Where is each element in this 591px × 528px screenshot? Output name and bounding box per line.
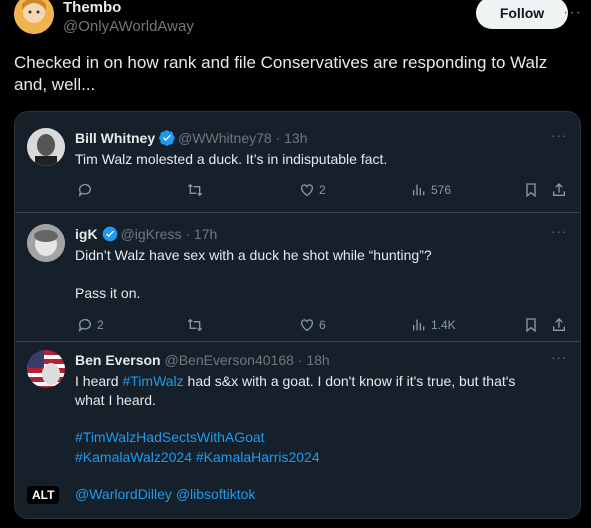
verified-badge-icon bbox=[102, 226, 117, 242]
post-text: Checked in on how rank and file Conserva… bbox=[14, 52, 579, 96]
like-icon[interactable] bbox=[299, 317, 315, 333]
verified-badge-icon bbox=[159, 130, 175, 146]
reply-2-actions: 2 6 1.4K bbox=[15, 315, 580, 337]
reply-2-time[interactable]: · 17h bbox=[185, 226, 217, 242]
reply-1-name[interactable]: Bill Whitney bbox=[75, 130, 155, 146]
reply-1-view-count: 576 bbox=[431, 183, 452, 197]
reply-2-handle[interactable]: @igKress bbox=[121, 226, 182, 242]
author-avatar[interactable] bbox=[14, 0, 54, 34]
bookmark-icon[interactable] bbox=[523, 182, 539, 198]
reply-3-text-line-1: I heard #TimWalz had s&x with a goat. I … bbox=[75, 372, 515, 391]
reply-icon[interactable] bbox=[77, 317, 93, 333]
reply-2-reply-count: 2 bbox=[97, 318, 104, 332]
divider bbox=[15, 212, 580, 213]
reply-1-avatar[interactable] bbox=[27, 128, 65, 166]
divider bbox=[15, 341, 580, 342]
follow-button[interactable]: Follow bbox=[476, 0, 568, 29]
author-name[interactable]: Thembo bbox=[63, 0, 121, 16]
reply-3-text-line-2: what I heard. bbox=[75, 392, 156, 408]
embedded-screenshot[interactable]: Bill Whitney @WWhitney78 · 13h ··· Tim Wa… bbox=[14, 111, 581, 519]
hashtag-links[interactable]: #KamalaWalz2024 #KamalaHarris2024 bbox=[75, 448, 320, 467]
views-icon[interactable] bbox=[411, 182, 427, 198]
reply-3-header: Ben Everson @BenEverson40168 · 18h bbox=[75, 352, 330, 368]
reply-icon[interactable] bbox=[77, 182, 93, 198]
hashtag-link[interactable]: #TimWalzHadSectsWithAGoat bbox=[75, 428, 265, 447]
reply-2-like-count: 6 bbox=[319, 318, 326, 332]
reply-2-text-line-1: Didn’t Walz have sex with a duck he shot… bbox=[75, 247, 432, 263]
author-handle[interactable]: @OnlyAWorldAway bbox=[63, 18, 194, 35]
reply-3-more-icon[interactable]: ··· bbox=[551, 350, 567, 365]
retweet-icon[interactable] bbox=[187, 317, 203, 333]
reply-1-header: Bill Whitney @WWhitney78 · 13h bbox=[75, 130, 308, 146]
share-icon[interactable] bbox=[551, 317, 567, 333]
retweet-icon[interactable] bbox=[187, 182, 203, 198]
like-icon[interactable] bbox=[299, 182, 315, 198]
reply-3-name[interactable]: Ben Everson bbox=[75, 352, 161, 368]
reply-1-more-icon[interactable]: ··· bbox=[551, 128, 567, 143]
post-text-line-1: Checked in on how rank and file Conserva… bbox=[14, 53, 548, 72]
reply-2-view-count: 1.4K bbox=[431, 318, 456, 332]
post-text-line-2: and, well... bbox=[14, 75, 96, 94]
reply-2-name[interactable]: igK bbox=[75, 226, 98, 242]
reply-3-text-post: had s&x with a goat. I don't know if it'… bbox=[183, 373, 516, 389]
reply-2-header: igK @igKress · 17h bbox=[75, 226, 217, 242]
bookmark-icon[interactable] bbox=[523, 317, 539, 333]
reply-2-text-line-2: Pass it on. bbox=[75, 285, 141, 301]
reply-2-more-icon[interactable]: ··· bbox=[551, 224, 567, 239]
alt-text-badge[interactable]: ALT bbox=[27, 486, 60, 504]
reply-1-like-count: 2 bbox=[319, 183, 326, 197]
reply-2-avatar[interactable] bbox=[27, 224, 65, 262]
reply-3-text-pre: I heard bbox=[75, 373, 123, 389]
reply-3-handle[interactable]: @BenEverson40168 bbox=[164, 352, 293, 368]
views-icon[interactable] bbox=[411, 317, 427, 333]
reply-1-time[interactable]: · 13h bbox=[276, 130, 308, 146]
reply-3-avatar[interactable] bbox=[27, 350, 65, 388]
reply-1-handle[interactable]: @WWhitney78 bbox=[178, 130, 272, 146]
reply-1-text: Tim Walz molested a duck. It’s in indisp… bbox=[75, 151, 388, 167]
share-icon[interactable] bbox=[551, 182, 567, 198]
reply-1-actions: 2 576 bbox=[15, 180, 580, 202]
mention-links[interactable]: @WarlordDilley @libsoftiktok bbox=[75, 485, 255, 504]
more-options-button[interactable]: ··· bbox=[563, 4, 582, 22]
reply-3-time[interactable]: · 18h bbox=[298, 352, 330, 368]
hashtag-link[interactable]: #TimWalz bbox=[122, 373, 183, 389]
